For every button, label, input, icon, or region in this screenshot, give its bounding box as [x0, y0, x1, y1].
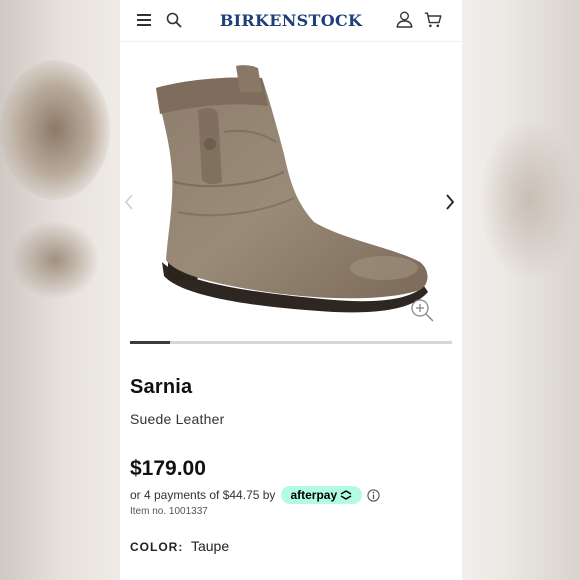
afterpay-label: afterpay	[290, 488, 338, 502]
product-info: Sarnia Suede Leather $179.00 or 4 paymen…	[130, 376, 452, 554]
color-value: Taupe	[190, 538, 230, 554]
installments-text: or 4 payments of $44.75 by	[130, 488, 276, 502]
background-blur	[10, 220, 100, 300]
product-name: Sarnia	[130, 376, 193, 398]
gallery-progress-track	[130, 341, 452, 344]
product-page: BIRKENSTOCK Sarnia Suede Leather $179.00…	[120, 0, 462, 580]
info-icon[interactable]	[367, 488, 380, 502]
chevron-left-icon[interactable]	[124, 194, 134, 210]
background-blur	[0, 60, 110, 200]
color-label: COLOR:	[130, 540, 184, 554]
product-price: $179.00	[130, 457, 206, 480]
site-header: BIRKENSTOCK	[120, 0, 462, 42]
zoom-in-icon[interactable]	[410, 298, 434, 322]
background-right	[460, 0, 580, 580]
product-image	[156, 65, 428, 313]
account-icon[interactable]	[396, 11, 413, 28]
cart-icon[interactable]	[424, 12, 442, 28]
background-blur	[480, 120, 580, 280]
afterpay-arrows-icon	[340, 490, 352, 500]
background-left	[0, 0, 120, 580]
installments-row: or 4 payments of $44.75 by afterpay	[130, 486, 380, 504]
afterpay-badge[interactable]: afterpay	[281, 486, 363, 504]
item-number: Item no. 1001337	[130, 506, 208, 517]
gallery-progress-indicator	[130, 341, 171, 344]
product-material: Suede Leather	[130, 411, 225, 427]
product-image-gallery[interactable]	[120, 42, 462, 344]
color-row: COLOR: Taupe	[130, 538, 229, 554]
chevron-right-icon[interactable]	[445, 194, 455, 210]
